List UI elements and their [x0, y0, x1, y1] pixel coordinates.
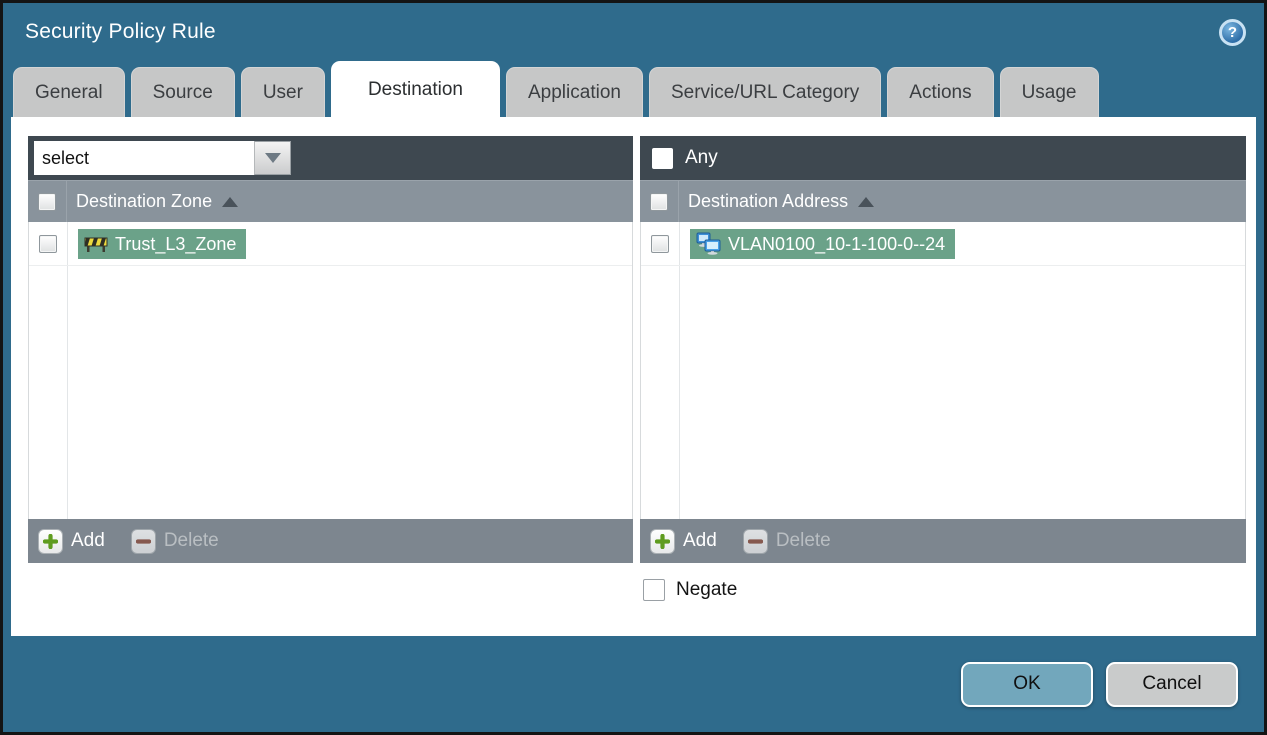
tab-service-url-category[interactable]: Service/URL Category [648, 67, 882, 117]
title-bar: Security Policy Rule ? [3, 3, 1264, 61]
tab-application[interactable]: Application [506, 67, 643, 117]
cancel-button[interactable]: Cancel [1106, 661, 1238, 707]
plus-icon [38, 528, 63, 554]
address-column-header: Destination Address [640, 180, 1246, 222]
tab-user[interactable]: User [240, 67, 325, 117]
minus-icon [130, 528, 156, 554]
address-row-checkbox[interactable] [651, 234, 669, 253]
delete-address-button[interactable]: Delete [742, 528, 831, 554]
any-label: Any [685, 147, 718, 168]
tab-source[interactable]: Source [130, 67, 235, 117]
address-column-label: Destination Address [688, 191, 849, 211]
zone-select-all-checkbox[interactable] [38, 192, 56, 211]
zone-column-header: Destination Zone [28, 180, 633, 222]
network-computers-icon [696, 232, 721, 255]
delete-zone-button[interactable]: Delete [130, 528, 219, 554]
tab-general[interactable]: General [13, 67, 125, 117]
zone-filter-dropdown-button[interactable] [254, 141, 291, 175]
zone-filter-bar [28, 136, 633, 180]
address-value-chip[interactable]: VLAN0100_10-1-100-0--24 [690, 228, 956, 259]
ok-button[interactable]: OK [961, 661, 1093, 707]
security-policy-rule-dialog: Security Policy Rule ? General Source Us… [0, 0, 1267, 735]
negate-checkbox[interactable] [643, 579, 665, 601]
plus-icon [650, 528, 675, 554]
zone-filter-combobox [34, 141, 291, 175]
zone-row-checkbox[interactable] [39, 234, 57, 253]
minus-icon [742, 528, 768, 554]
any-bar: Any [640, 136, 1246, 180]
column-separator [67, 222, 68, 519]
destination-address-panel: Any Destination Address VLAN0100_10-1-10… [640, 136, 1246, 563]
sort-ascending-icon [222, 196, 239, 207]
address-name: VLAN0100_10-1-100-0--24 [728, 233, 946, 254]
add-address-button[interactable]: Add [650, 528, 717, 554]
zone-panel-toolbar: Add Delete [28, 519, 633, 563]
tab-strip: General Source User Destination Applicat… [3, 61, 1264, 117]
tab-destination[interactable]: Destination [330, 61, 500, 117]
zone-value-chip[interactable]: Trust_L3_Zone [78, 228, 247, 259]
address-select-all-checkbox[interactable] [650, 192, 668, 211]
chevron-down-icon [264, 153, 281, 163]
zone-barrier-icon [84, 237, 108, 252]
add-zone-button[interactable]: Add [38, 528, 105, 554]
address-column-sort-header[interactable]: Destination Address [678, 181, 1246, 222]
column-separator [679, 222, 680, 519]
negate-row: Negate [643, 579, 737, 601]
table-row: Trust_L3_Zone [29, 222, 632, 266]
dialog-title: Security Policy Rule [25, 20, 216, 43]
any-checkbox[interactable] [652, 147, 673, 169]
sort-ascending-icon [858, 196, 875, 207]
address-panel-toolbar: Add Delete [640, 519, 1246, 563]
help-icon[interactable]: ? [1219, 18, 1246, 46]
destination-zone-panel: Destination Zone [28, 136, 633, 563]
zone-column-label: Destination Zone [76, 191, 213, 211]
tab-usage[interactable]: Usage [999, 67, 1099, 117]
dialog-button-bar: OK Cancel [3, 636, 1264, 732]
address-list: VLAN0100_10-1-100-0--24 [640, 222, 1246, 519]
negate-label: Negate [676, 579, 738, 600]
zone-list: Trust_L3_Zone [28, 222, 633, 519]
destination-tab-content: Destination Zone [11, 117, 1256, 636]
tab-actions[interactable]: Actions [887, 67, 994, 117]
table-row: VLAN0100_10-1-100-0--24 [641, 222, 1245, 266]
zone-filter-input[interactable] [34, 141, 254, 175]
zone-name: Trust_L3_Zone [115, 233, 237, 254]
zone-column-sort-header[interactable]: Destination Zone [66, 181, 633, 222]
